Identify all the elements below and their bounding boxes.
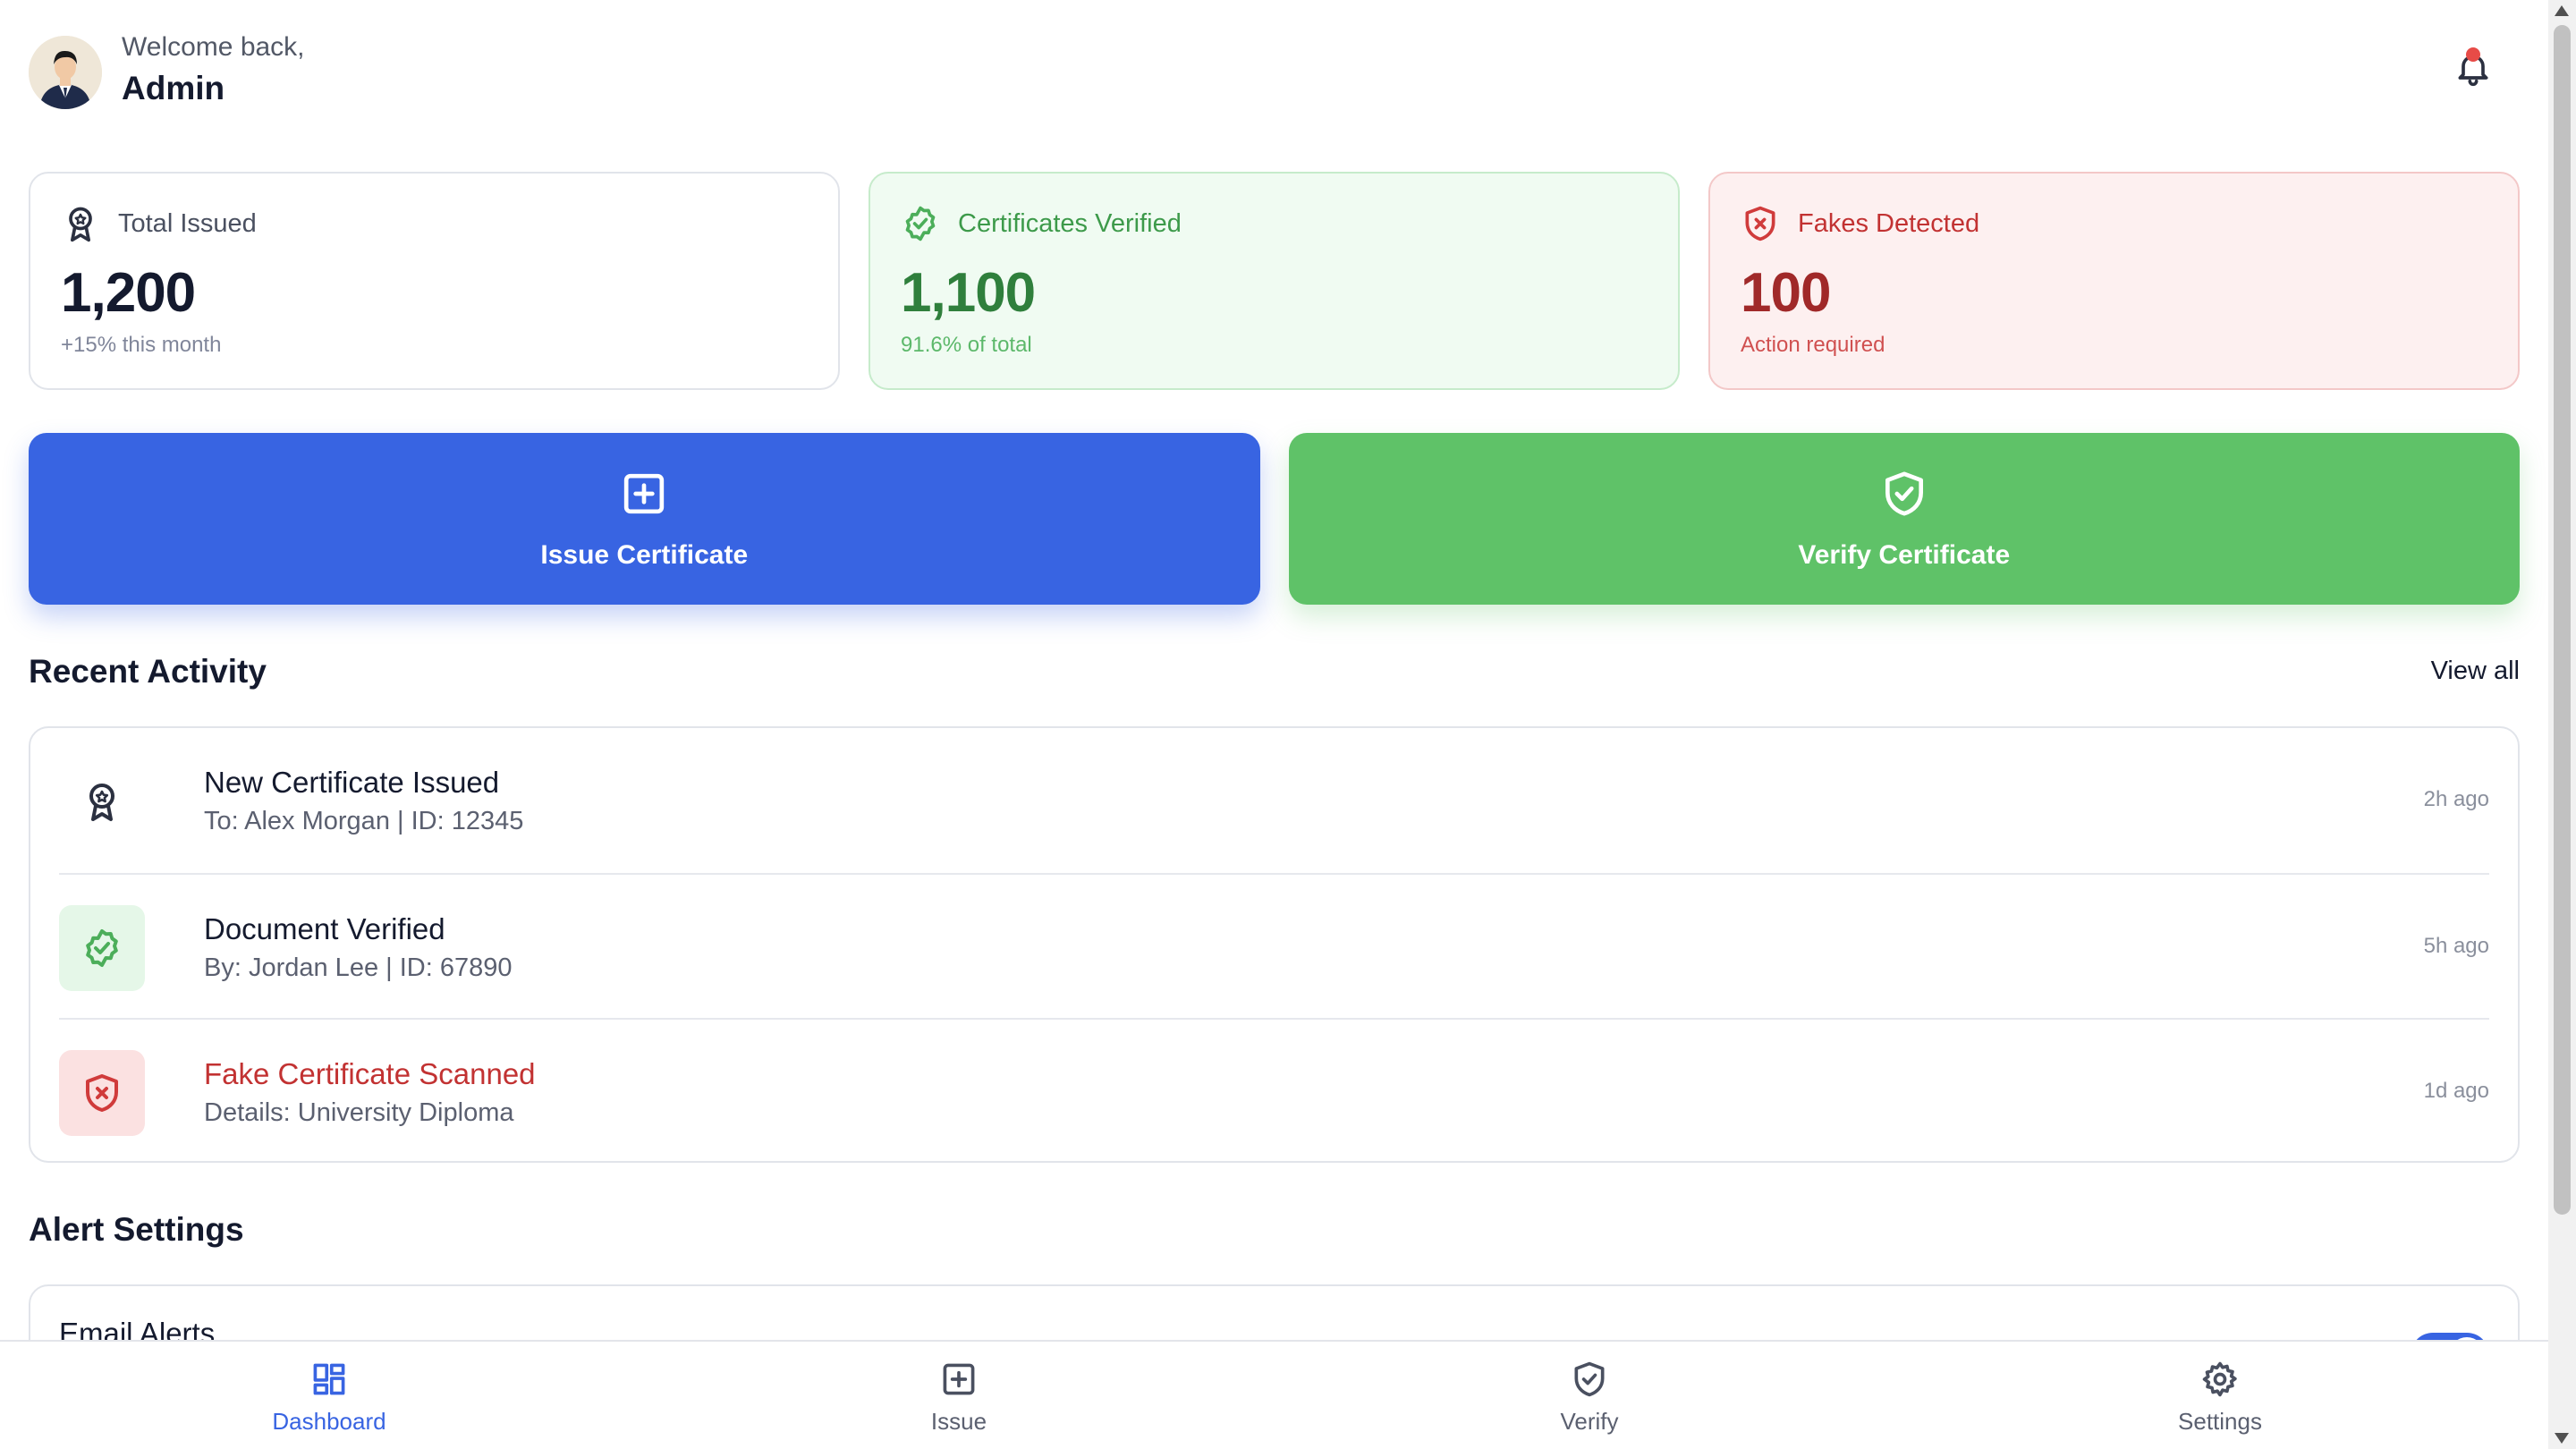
- plus-square-icon: [624, 473, 665, 514]
- app-viewport: Welcome back, Admin Total Issued 1,200 +…: [0, 0, 2548, 1449]
- activity-title: New Certificate Issued: [204, 766, 500, 799]
- welcome-text: Welcome back,: [122, 32, 305, 62]
- issue-certificate-button[interactable]: Issue Certificate: [29, 433, 1260, 605]
- activity-time: 5h ago: [2423, 934, 2489, 958]
- stat-card-total-issued: Total Issued 1,200 +15% this month: [29, 172, 840, 390]
- stat-value: 1,200: [61, 262, 196, 324]
- list-item[interactable]: Document Verified By: Jordan Lee | ID: 6…: [59, 873, 2489, 1020]
- stat-subtext: Action required: [1741, 333, 1885, 357]
- activity-time: 2h ago: [2423, 787, 2489, 811]
- vertical-scrollbar[interactable]: [2548, 0, 2576, 1449]
- nav-label: Issue: [930, 1408, 987, 1435]
- activity-title: Fake Certificate Scanned: [204, 1057, 536, 1090]
- nav-label: Dashboard: [272, 1408, 386, 1435]
- award-icon: [89, 784, 114, 821]
- gear-icon: [2202, 1361, 2237, 1397]
- alert-settings-title: Alert Settings: [29, 1211, 244, 1248]
- activity-detail: Details: University Diploma: [204, 1098, 514, 1127]
- dashboard-icon: [313, 1363, 345, 1395]
- activity-icon-box: [59, 758, 145, 844]
- recent-activity-list: New Certificate Issued To: Alex Morgan |…: [29, 726, 2520, 1163]
- issue-certificate-label: Issue Certificate: [540, 540, 749, 570]
- nav-label: Settings: [2178, 1408, 2262, 1435]
- nav-dashboard[interactable]: Dashboard: [150, 1342, 508, 1449]
- stat-label: Fakes Detected: [1798, 209, 1980, 238]
- stat-subtext: 91.6% of total: [901, 333, 1032, 357]
- quick-actions: Issue Certificate Verify Certificate: [29, 433, 2520, 605]
- stat-value: 100: [1741, 262, 1831, 324]
- nav-label: Verify: [1560, 1408, 1619, 1435]
- shield-x-icon: [86, 1074, 118, 1112]
- nav-settings[interactable]: Settings: [2041, 1342, 2399, 1449]
- verify-certificate-label: Verify Certificate: [1798, 540, 2011, 570]
- recent-activity-title: Recent Activity: [29, 653, 267, 690]
- list-item[interactable]: New Certificate Issued To: Alex Morgan |…: [59, 728, 2489, 873]
- shield-x-icon: [1745, 206, 1775, 242]
- header: Welcome back, Admin: [29, 32, 2520, 122]
- activity-time: 1d ago: [2423, 1079, 2489, 1103]
- avatar[interactable]: [29, 36, 102, 109]
- award-icon: [69, 207, 92, 242]
- activity-detail: By: Jordan Lee | ID: 67890: [204, 953, 513, 982]
- notifications-button[interactable]: [2448, 43, 2498, 93]
- badge-check-icon: [86, 929, 118, 967]
- activity-detail: To: Alex Morgan | ID: 12345: [204, 807, 524, 835]
- shield-check-icon: [1574, 1361, 1605, 1397]
- stat-label: Certificates Verified: [958, 209, 1182, 238]
- user-name: Admin: [122, 70, 225, 106]
- plus-square-icon: [943, 1363, 975, 1395]
- stats-row: Total Issued 1,200 +15% this month Certi…: [29, 172, 2520, 390]
- bottom-nav: Dashboard Issue Verify Settings: [0, 1340, 2548, 1449]
- verify-certificate-button[interactable]: Verify Certificate: [1288, 433, 2520, 605]
- scroll-up-arrow-icon[interactable]: [2555, 5, 2569, 16]
- activity-icon-box: [59, 1050, 145, 1136]
- shield-check-icon: [1885, 471, 1923, 516]
- nav-issue[interactable]: Issue: [780, 1342, 1138, 1449]
- nav-verify[interactable]: Verify: [1411, 1342, 1768, 1449]
- list-item[interactable]: Fake Certificate Scanned Details: Univer…: [59, 1018, 2489, 1165]
- badge-check-icon: [905, 206, 936, 242]
- stat-value: 1,100: [901, 262, 1036, 324]
- stat-card-fakes-detected: Fakes Detected 100 Action required: [1708, 172, 2520, 390]
- stat-card-certificates-verified: Certificates Verified 1,100 91.6% of tot…: [869, 172, 1680, 390]
- stat-subtext: +15% this month: [61, 333, 222, 357]
- view-all-link[interactable]: View all: [2431, 657, 2520, 686]
- stat-label: Total Issued: [118, 209, 257, 238]
- scroll-down-arrow-icon[interactable]: [2555, 1433, 2569, 1444]
- scrollbar-thumb[interactable]: [2554, 25, 2571, 1215]
- activity-icon-box: [59, 905, 145, 991]
- notification-dot: [2466, 47, 2480, 62]
- activity-title: Document Verified: [204, 912, 445, 945]
